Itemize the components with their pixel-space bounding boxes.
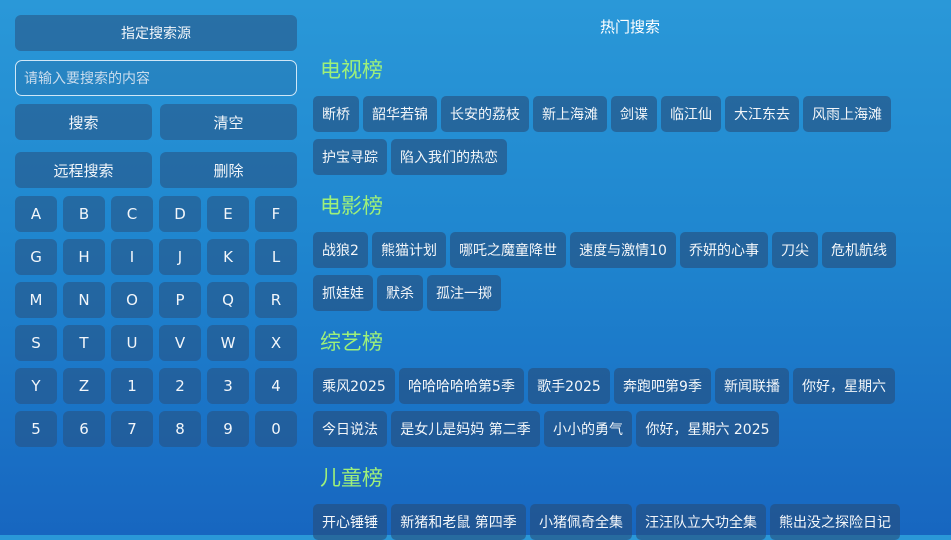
key-e[interactable]: E <box>207 196 249 232</box>
hot-item[interactable]: 长安的荔枝 <box>441 96 529 132</box>
remote-search-button[interactable]: 远程搜索 <box>15 152 152 188</box>
hot-item[interactable]: 陷入我们的热恋 <box>391 139 507 175</box>
key-q[interactable]: Q <box>207 282 249 318</box>
clear-button[interactable]: 清空 <box>160 104 297 140</box>
hot-item[interactable]: 新闻联播 <box>715 368 789 404</box>
key-a[interactable]: A <box>15 196 57 232</box>
hot-item[interactable]: 剑谍 <box>611 96 657 132</box>
hot-item[interactable]: 小小的勇气 <box>544 411 632 447</box>
hot-item[interactable]: 是女儿是妈妈 第二季 <box>391 411 540 447</box>
search-placeholder: 请输入要搜索的内容 <box>24 71 150 87</box>
hot-item[interactable]: 歌手2025 <box>528 368 610 404</box>
hot-item[interactable]: 风雨上海滩 <box>803 96 891 132</box>
hot-item[interactable]: 奔跑吧第9季 <box>614 368 711 404</box>
hot-item[interactable]: 熊猫计划 <box>372 232 446 268</box>
key-m[interactable]: M <box>15 282 57 318</box>
key-2[interactable]: 2 <box>159 368 201 404</box>
section-title: 儿童榜 <box>320 466 383 490</box>
key-z[interactable]: Z <box>63 368 105 404</box>
search-input[interactable]: 请输入要搜索的内容 <box>15 60 297 96</box>
key-r[interactable]: R <box>255 282 297 318</box>
key-c[interactable]: C <box>111 196 153 232</box>
key-o[interactable]: O <box>111 282 153 318</box>
hot-item[interactable]: 今日说法 <box>313 411 387 447</box>
hot-item[interactable]: 临江仙 <box>661 96 721 132</box>
key-k[interactable]: K <box>207 239 249 275</box>
key-8[interactable]: 8 <box>159 411 201 447</box>
hot-item[interactable]: 乔妍的心事 <box>680 232 768 268</box>
source-select-button[interactable]: 指定搜索源 <box>15 15 297 51</box>
key-j[interactable]: J <box>159 239 201 275</box>
section-title: 电视榜 <box>320 58 383 82</box>
hot-item[interactable]: 断桥 <box>313 96 359 132</box>
key-y[interactable]: Y <box>15 368 57 404</box>
hot-item[interactable]: 默杀 <box>377 275 423 311</box>
hot-item[interactable]: 韶华若锦 <box>363 96 437 132</box>
key-3[interactable]: 3 <box>207 368 249 404</box>
hot-item[interactable]: 战狼2 <box>313 232 368 268</box>
section-title: 综艺榜 <box>320 330 383 354</box>
hot-item[interactable]: 护宝寻踪 <box>313 139 387 175</box>
key-p[interactable]: P <box>159 282 201 318</box>
hot-search-title: 热门搜索 <box>600 18 661 36</box>
search-button[interactable]: 搜索 <box>15 104 152 140</box>
key-w[interactable]: W <box>207 325 249 361</box>
key-u[interactable]: U <box>111 325 153 361</box>
key-7[interactable]: 7 <box>111 411 153 447</box>
key-5[interactable]: 5 <box>15 411 57 447</box>
key-s[interactable]: S <box>15 325 57 361</box>
key-n[interactable]: N <box>63 282 105 318</box>
key-b[interactable]: B <box>63 196 105 232</box>
hot-item[interactable]: 危机航线 <box>822 232 896 268</box>
hot-item[interactable]: 你好，星期六 2025 <box>636 411 779 447</box>
hot-item[interactable]: 孤注一掷 <box>427 275 501 311</box>
section-title: 电影榜 <box>320 194 383 218</box>
key-d[interactable]: D <box>159 196 201 232</box>
hot-item[interactable]: 乘风2025 <box>313 368 395 404</box>
key-t[interactable]: T <box>63 325 105 361</box>
key-i[interactable]: I <box>111 239 153 275</box>
hot-item[interactable]: 你好，星期六 <box>793 368 895 404</box>
key-f[interactable]: F <box>255 196 297 232</box>
hot-item[interactable]: 刀尖 <box>772 232 818 268</box>
hot-item[interactable]: 哪吒之魔童降世 <box>450 232 566 268</box>
key-v[interactable]: V <box>159 325 201 361</box>
hot-item[interactable]: 新上海滩 <box>533 96 607 132</box>
key-1[interactable]: 1 <box>111 368 153 404</box>
hot-item[interactable]: 速度与激情10 <box>570 232 676 268</box>
key-6[interactable]: 6 <box>63 411 105 447</box>
key-4[interactable]: 4 <box>255 368 297 404</box>
key-h[interactable]: H <box>63 239 105 275</box>
key-9[interactable]: 9 <box>207 411 249 447</box>
key-x[interactable]: X <box>255 325 297 361</box>
hot-item[interactable]: 抓娃娃 <box>313 275 373 311</box>
key-l[interactable]: L <box>255 239 297 275</box>
hot-item[interactable]: 大江东去 <box>725 96 799 132</box>
key-0[interactable]: 0 <box>255 411 297 447</box>
delete-button[interactable]: 删除 <box>160 152 297 188</box>
hot-item[interactable]: 哈哈哈哈哈第5季 <box>399 368 524 404</box>
key-g[interactable]: G <box>15 239 57 275</box>
